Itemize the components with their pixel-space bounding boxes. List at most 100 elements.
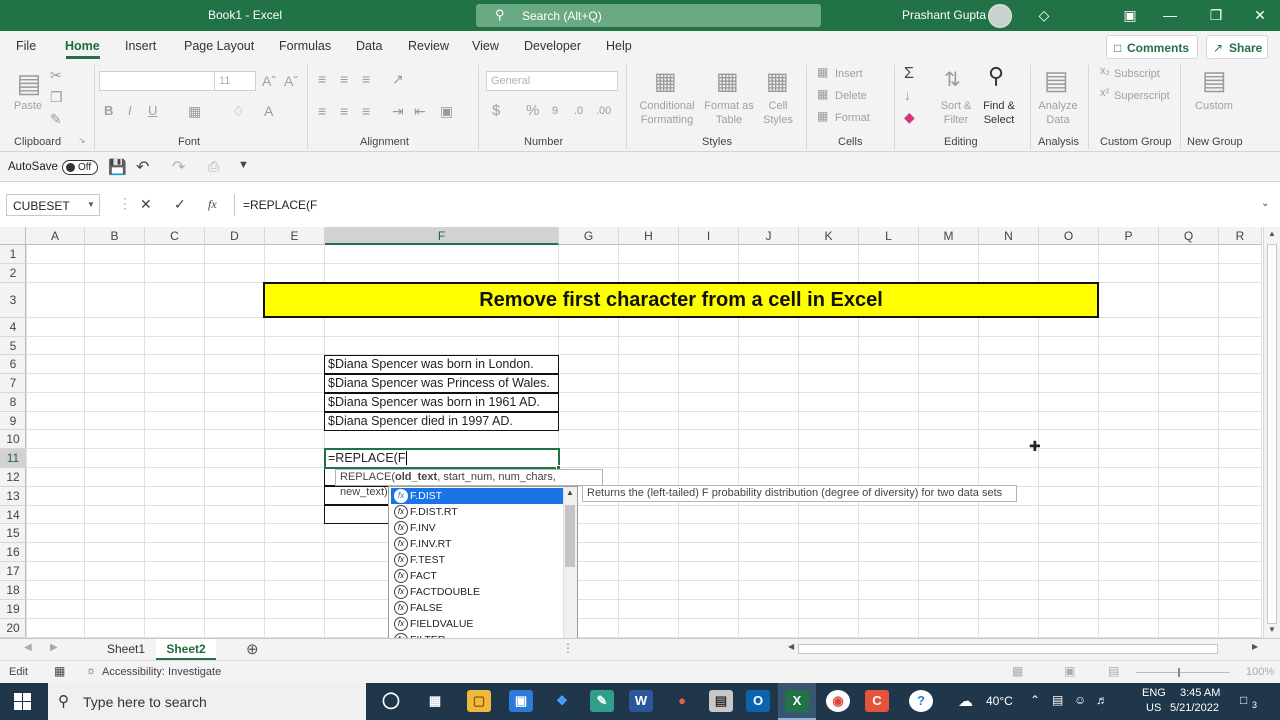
tab-insert[interactable]: Insert [125,39,156,53]
cell-f9[interactable]: $Diana Spencer died in 1997 AD. [324,412,559,431]
excel-icon[interactable]: X [785,690,809,712]
column-header-c[interactable]: C [145,227,205,245]
weather-icon[interactable]: ☁ [958,692,973,710]
diamond-icon[interactable]: ◇ [1034,5,1054,25]
underline-button[interactable]: U [148,104,157,118]
temperature[interactable]: 40°C [986,694,1013,708]
italic-button[interactable]: I [128,104,132,118]
fill-color-icon[interactable]: ♢ [232,103,245,120]
store-icon[interactable]: ▣ [509,690,533,712]
undo-icon[interactable]: ↶ [136,157,149,177]
column-header-j[interactable]: J [739,227,799,245]
column-header-i[interactable]: I [679,227,739,245]
shrink-font-icon[interactable]: Aˇ [284,74,298,88]
number-format-box[interactable]: General [486,71,618,91]
orientation-icon[interactable]: ↗ [392,71,404,88]
font-size-box[interactable]: 11 [214,71,256,91]
row-header-5[interactable]: 5 [0,337,26,355]
tab-review[interactable]: Review [408,39,449,53]
maximize-icon[interactable]: ❐ [1206,5,1226,25]
column-header-k[interactable]: K [799,227,859,245]
format-cells-icon[interactable]: ▦ [817,109,828,123]
grow-font-icon[interactable]: Aˆ [262,74,276,88]
analyze-data-label[interactable]: Analyze Data [1036,99,1080,127]
cell-f7[interactable]: $Diana Spencer was Princess of Wales. [324,374,559,393]
row-header-20[interactable]: 20 [0,619,26,638]
merge-icon[interactable]: ▣ [440,103,453,120]
wifi-icon[interactable]: ☺ [1074,693,1086,707]
row-header-4[interactable]: 4 [0,318,26,337]
autocomplete-item[interactable]: fx F.DIST.RT [391,504,563,520]
cancel-entry-button[interactable]: ✕ [140,196,152,213]
format-painter-icon[interactable]: ✎ [50,111,62,128]
row-header-9[interactable]: 9 [0,412,26,430]
app-icon[interactable]: ● [670,690,694,712]
print-icon[interactable]: ⎙ [208,158,219,175]
indent-icon[interactable]: ⇥ [392,103,404,120]
column-header-h[interactable]: H [619,227,679,245]
cell-f6[interactable]: $Diana Spencer was born in London. [324,355,559,374]
share-button[interactable]: ↗ Share [1206,35,1268,59]
tab-file[interactable]: File [16,39,36,53]
region[interactable]: US [1146,702,1161,714]
scroll-up-icon[interactable]: ▲ [566,488,574,497]
app-icon[interactable]: C [865,690,889,712]
autocomplete-item[interactable]: fx F.INV.RT [391,536,563,552]
subscript-label[interactable]: Subscript [1114,67,1160,81]
zoom-slider[interactable] [1136,672,1230,673]
notifications-icon[interactable]: □ [1240,693,1247,707]
custom-icon[interactable]: ▤ [1202,65,1227,96]
autocomplete-scroll-thumb[interactable] [565,505,575,567]
row-header-16[interactable]: 16 [0,543,26,562]
format-as-table-icon[interactable]: ▦ [716,67,739,96]
superscript-icon[interactable]: x² [1100,87,1109,99]
column-header-b[interactable]: B [85,227,145,245]
row-header-2[interactable]: 2 [0,264,26,283]
horizontal-scrollbar[interactable]: ◀ ▶ [786,642,1264,657]
column-header-a[interactable]: A [26,227,85,245]
font-name-box[interactable] [99,71,215,91]
clear-icon[interactable]: ◆ [904,109,915,126]
close-icon[interactable]: ✕ [1250,5,1270,25]
row-header-15[interactable]: 15 [0,524,26,543]
sheet-tab-sheet2[interactable]: Sheet2 [156,639,216,660]
word-icon[interactable]: W [629,690,653,712]
tab-view[interactable]: View [472,39,499,53]
column-header-f[interactable]: F [325,227,559,245]
copy-icon[interactable]: ❐ [50,89,63,106]
conditional-formatting-icon[interactable]: ▦ [654,67,677,96]
horizontal-scroll-thumb[interactable] [798,644,1218,654]
title-banner[interactable]: Remove first character from a cell in Ex… [263,282,1099,318]
insert-cells-label[interactable]: Insert [835,67,863,81]
cut-icon[interactable]: ✂ [50,67,62,84]
tab-data[interactable]: Data [356,39,382,53]
network-icon[interactable]: ▤ [1052,693,1063,707]
search-box[interactable]: ⚲ Search (Alt+Q) [476,4,821,27]
taskbar-search[interactable]: ⚲ Type here to search [48,683,366,720]
bold-button[interactable]: B [104,104,113,118]
tray-chevron-icon[interactable]: ⌃ [1030,693,1040,707]
cell-styles-icon[interactable]: ▦ [766,67,789,96]
delete-cells-icon[interactable]: ▦ [817,87,828,101]
column-header-o[interactable]: O [1039,227,1099,245]
insert-function-button[interactable]: fx [208,197,217,212]
paste-label[interactable]: Paste [10,99,46,113]
analyze-data-icon[interactable]: ▤ [1044,65,1069,96]
enter-entry-button[interactable]: ✓ [174,196,186,213]
normal-view-icon[interactable]: ▦ [1012,664,1023,678]
borders-icon[interactable]: ▦ [188,103,201,120]
percent-button[interactable]: % [526,103,539,118]
task-view-icon[interactable]: ▦ [423,690,447,712]
page-layout-icon[interactable]: ▣ [1064,664,1075,678]
select-all-corner[interactable] [0,227,26,245]
autosave-toggle[interactable]: Off [62,160,98,175]
row-header-12[interactable]: 12 [0,468,26,487]
sort-filter-label[interactable]: Sort & Filter [936,99,976,127]
app-icon[interactable]: ✎ [590,690,614,712]
column-header-e[interactable]: E [265,227,325,245]
subscript-icon[interactable]: x₂ [1100,65,1110,77]
scroll-right-icon[interactable]: ▶ [1252,642,1258,651]
accessibility-status[interactable]: Accessibility: Investigate [102,666,221,678]
active-cell-f11[interactable]: =REPLACE(F​ [324,448,560,469]
more-icon[interactable]: ⋮ [562,641,574,655]
